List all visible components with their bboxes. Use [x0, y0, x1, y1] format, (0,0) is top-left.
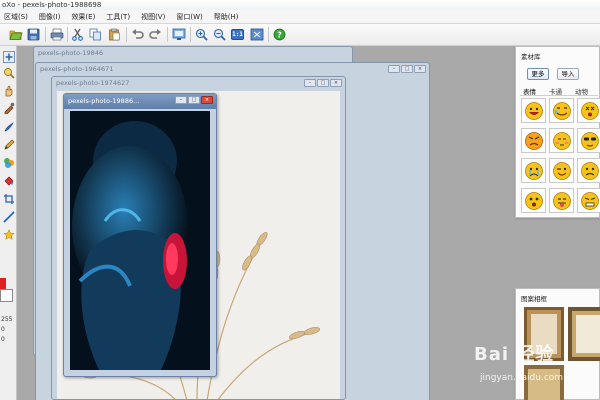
app-title: oXo - pexels-photo-1988698: [2, 1, 102, 9]
menu-window[interactable]: 窗口(W): [176, 12, 202, 22]
menu-help[interactable]: 帮助(H): [214, 12, 239, 22]
import-button[interactable]: 导入: [557, 68, 579, 80]
emoji-angry[interactable]: [521, 128, 546, 153]
svg-text:?: ?: [277, 30, 282, 39]
document-window-active[interactable]: pexels-photo-19886... – □ ×: [63, 93, 217, 377]
maximize-button[interactable]: □: [401, 65, 413, 73]
close-button[interactable]: ×: [330, 79, 342, 87]
menu-tools[interactable]: 工具(T): [106, 12, 130, 22]
zoom-out-icon[interactable]: [211, 26, 228, 43]
tab-cartoon[interactable]: 卡通: [546, 86, 572, 96]
panel-title: 素材库: [521, 53, 541, 61]
zoom-in-icon[interactable]: [193, 26, 210, 43]
window-controls: – □ ×: [175, 96, 213, 104]
menu-image[interactable]: 图像(I): [39, 12, 61, 22]
paint-bucket-icon[interactable]: [1, 173, 16, 188]
emoji-cry[interactable]: [521, 158, 546, 183]
main-toolbar: 1:1 ?: [0, 24, 600, 46]
pan-hand-icon[interactable]: [1, 83, 16, 98]
emoji-mad[interactable]: [577, 188, 600, 213]
tab-emoji[interactable]: 表情: [520, 86, 546, 96]
undo-icon[interactable]: [129, 26, 146, 43]
brush-icon[interactable]: [1, 119, 16, 134]
emoji-sad[interactable]: [577, 158, 600, 183]
open-icon[interactable]: [7, 26, 24, 43]
actual-size-label: 1:1: [231, 29, 244, 40]
maximize-button[interactable]: □: [188, 96, 200, 104]
clone-stamp-icon[interactable]: [1, 155, 16, 170]
watermark-brand: Bai 经验: [474, 344, 555, 365]
image-canvas[interactable]: [70, 111, 210, 370]
window-title: pexels-photo-1964671: [40, 65, 114, 73]
close-button[interactable]: ×: [414, 65, 426, 73]
watermark-url: jingyan.baidu.com: [480, 373, 564, 383]
more-button[interactable]: 更多: [527, 68, 549, 80]
emoji-wink[interactable]: [549, 158, 574, 183]
maximize-button[interactable]: □: [317, 79, 329, 87]
minimize-button[interactable]: –: [304, 79, 316, 87]
tool-panel: 255 0 0: [0, 46, 17, 400]
star-icon[interactable]: [1, 227, 16, 242]
help-icon[interactable]: ?: [271, 26, 288, 43]
crop-icon[interactable]: [1, 191, 16, 206]
magnifier-icon[interactable]: [1, 65, 16, 80]
window-controls: – □ ×: [388, 65, 426, 73]
menu-region[interactable]: 区域(S): [4, 12, 28, 22]
add-icon[interactable]: [1, 49, 16, 64]
foreground-color[interactable]: [0, 278, 6, 289]
paste-icon[interactable]: [106, 26, 123, 43]
window-controls: – □ ×: [304, 79, 342, 87]
cut-icon[interactable]: [69, 26, 86, 43]
portrait-image: [70, 111, 210, 370]
emoji-dizzy[interactable]: [577, 98, 600, 123]
copy-icon[interactable]: [87, 26, 104, 43]
minimize-button[interactable]: –: [175, 96, 187, 104]
color-value-r: 255: [1, 316, 13, 323]
line-icon[interactable]: [1, 209, 16, 224]
emoji-grid: [521, 98, 600, 218]
menu-view[interactable]: 视图(V): [141, 12, 165, 22]
screen-capture-icon[interactable]: [170, 26, 187, 43]
emoji-surprised[interactable]: [521, 188, 546, 213]
panel-title: 图案相框: [521, 295, 547, 303]
material-library-panel: 素材库 更多 导入 表情 卡通 动物: [515, 46, 600, 218]
emoji-laugh[interactable]: [521, 98, 546, 123]
emoji-tongue[interactable]: [549, 188, 574, 213]
save-icon[interactable]: [25, 26, 42, 43]
pencil-icon[interactable]: [1, 137, 16, 152]
color-value-g: 0: [1, 326, 5, 333]
library-tabs: 表情 卡通 动物: [520, 86, 598, 96]
print-icon[interactable]: [48, 26, 65, 43]
color-value-b: 0: [1, 336, 5, 343]
redo-icon[interactable]: [147, 26, 164, 43]
emoji-shy[interactable]: [549, 128, 574, 153]
app-title-bar: oXo - pexels-photo-1988698: [0, 0, 600, 10]
window-title: pexels-photo-1974627: [56, 79, 130, 87]
tab-animal[interactable]: 动物: [572, 86, 598, 96]
emoji-cry-laugh[interactable]: [549, 98, 574, 123]
window-title: pexels-photo-19846: [38, 49, 104, 57]
actual-size-icon[interactable]: 1:1: [229, 26, 246, 43]
watermark: Bai 经验 jingyan.baidu.com: [474, 340, 600, 400]
menu-effects[interactable]: 效果(E): [71, 12, 95, 22]
color-picker-icon[interactable]: [1, 100, 16, 115]
close-button[interactable]: ×: [201, 96, 213, 104]
background-color[interactable]: [0, 289, 13, 302]
fit-window-icon[interactable]: [248, 26, 265, 43]
minimize-button[interactable]: –: [388, 65, 400, 73]
emoji-cool[interactable]: [577, 128, 600, 153]
menu-bar: 区域(S) 图像(I) 效果(E) 工具(T) 视图(V) 窗口(W) 帮助(H…: [0, 10, 600, 24]
